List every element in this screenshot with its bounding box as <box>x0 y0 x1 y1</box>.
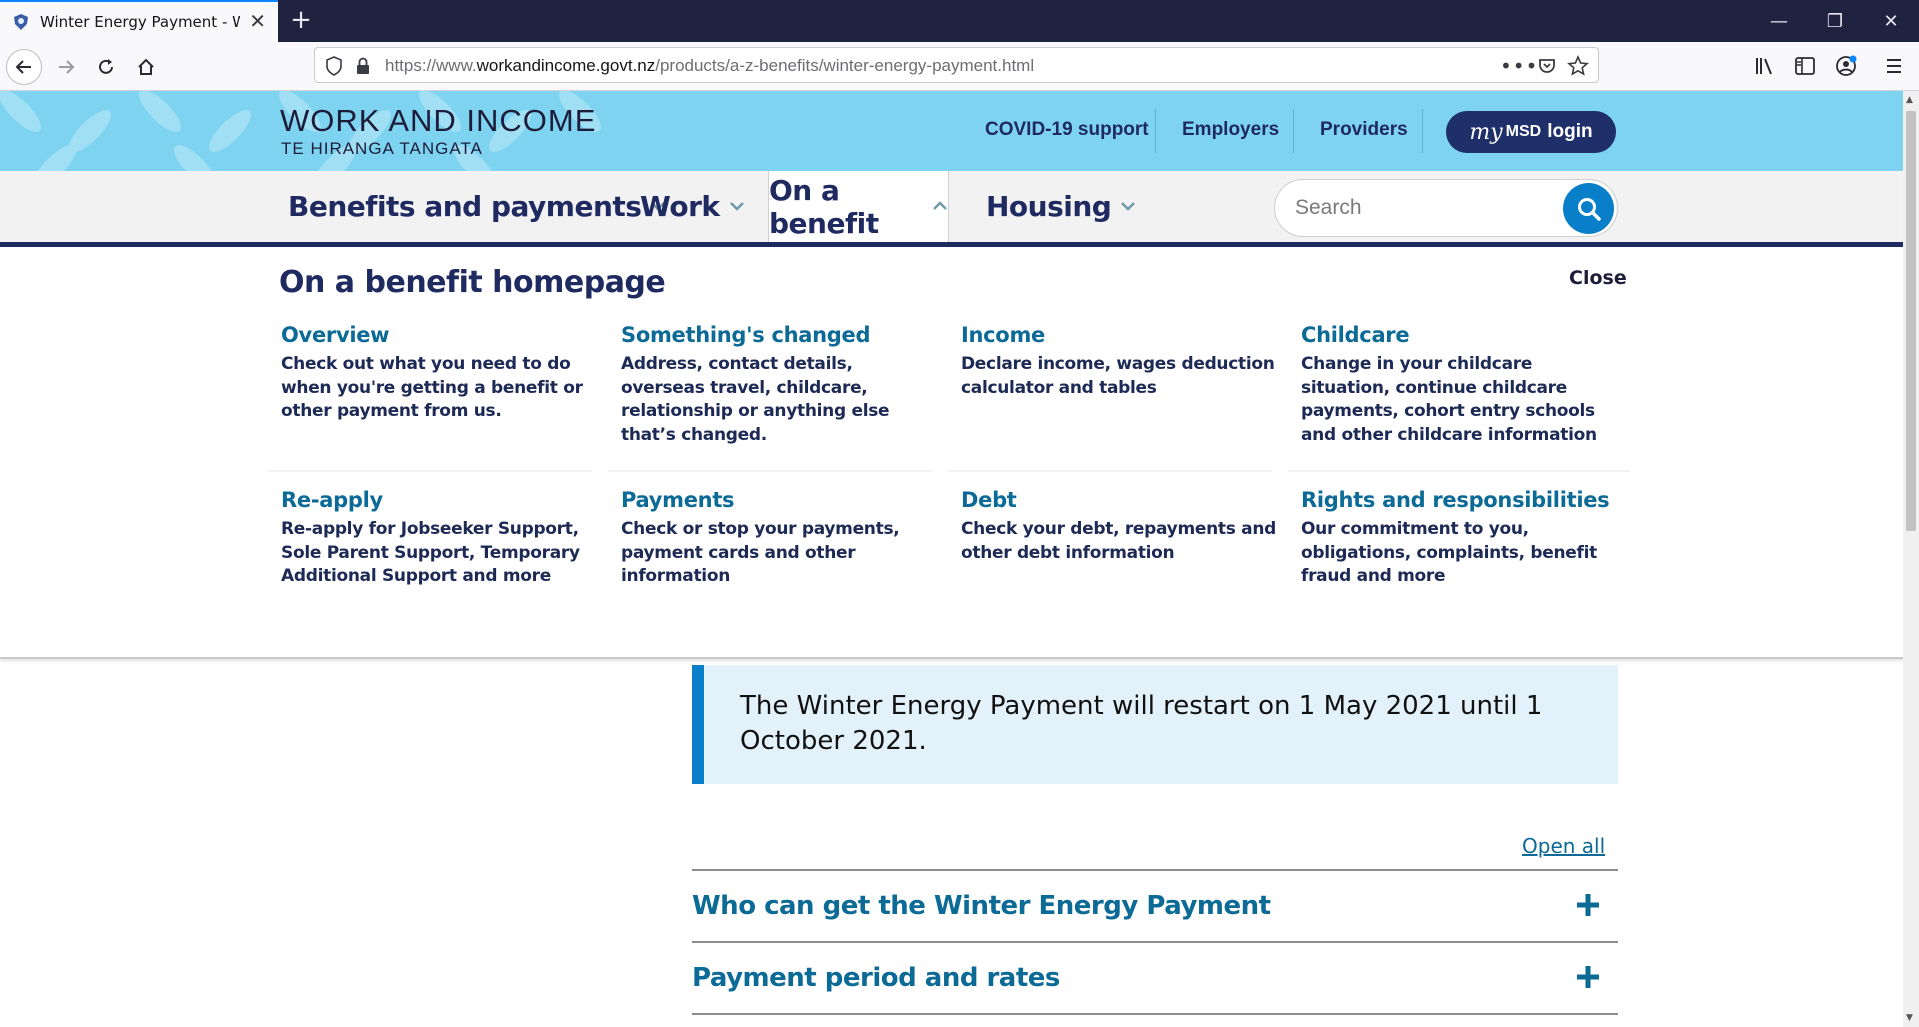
plus-icon <box>1577 894 1599 916</box>
tab-close-icon[interactable]: ✕ <box>249 11 266 31</box>
browser-tab-bar: Winter Energy Payment - Work ✕ + — ❐ ✕ <box>0 0 1919 42</box>
scroll-up-icon[interactable]: ▲ <box>1906 95 1913 105</box>
window-close-icon[interactable]: ✕ <box>1863 0 1919 42</box>
address-bar[interactable]: https://www.workandincome.govt.nz/produc… <box>314 47 1599 83</box>
search-icon <box>1577 197 1601 221</box>
lock-icon[interactable] <box>355 56 371 80</box>
divider <box>948 470 1272 472</box>
tab-title: Winter Energy Payment - Work <box>40 13 240 31</box>
open-all-link[interactable]: Open all <box>1522 834 1605 858</box>
divider <box>1155 109 1156 153</box>
divider <box>608 470 932 472</box>
menu-card-title[interactable]: Childcare <box>1301 323 1619 347</box>
divider <box>1422 109 1423 153</box>
chevron-down-icon <box>729 196 745 217</box>
browser-toolbar: https://www.workandincome.govt.nz/produc… <box>0 42 1919 91</box>
menu-card-desc: Address, contact details, overseas trave… <box>621 354 890 445</box>
menu-card-childcare[interactable]: Childcare Change in your childcare situa… <box>1301 323 1619 447</box>
minimize-icon[interactable]: — <box>1751 0 1807 42</box>
menu-card-title[interactable]: Rights and responsibilities <box>1301 488 1619 512</box>
providers-link[interactable]: Providers <box>1320 119 1408 141</box>
page-actions-menu-icon[interactable]: ••• <box>1500 54 1538 78</box>
menu-card-title[interactable]: Re-apply <box>281 488 599 512</box>
chevron-down-icon <box>1120 196 1136 217</box>
mymsd-login-button[interactable]: my MSD login <box>1446 111 1616 153</box>
scrollbar-thumb[interactable] <box>1906 111 1916 531</box>
bookmark-star-icon[interactable] <box>1567 54 1589 81</box>
on-a-benefit-dropdown-menu: On a benefit homepage Close Overview Che… <box>0 252 1903 659</box>
notice-banner: The Winter Energy Payment will restart o… <box>692 665 1618 784</box>
nav-benefits-and-payments[interactable]: Benefits and payments <box>288 171 666 242</box>
search-button[interactable] <box>1563 183 1614 234</box>
menu-card-desc: Re-apply for Jobseeker Support, Sole Par… <box>281 519 580 586</box>
chevron-up-icon <box>932 196 948 217</box>
plus-icon <box>1577 966 1599 988</box>
back-arrow-icon[interactable] <box>6 49 42 85</box>
menu-card-income[interactable]: Income Declare income, wages deduction c… <box>961 323 1279 400</box>
site-search <box>1274 179 1618 237</box>
employers-link[interactable]: Employers <box>1182 119 1279 141</box>
nav-work[interactable]: Work <box>640 171 745 242</box>
menu-card-title[interactable]: Something's changed <box>621 323 939 347</box>
account-icon[interactable] <box>1834 54 1858 82</box>
menu-card-title[interactable]: Payments <box>621 488 939 512</box>
divider <box>692 1013 1618 1015</box>
accordion-title: Payment period and rates <box>692 963 1060 993</box>
new-tab-icon[interactable]: + <box>287 7 315 35</box>
divider <box>1293 109 1294 153</box>
url-text[interactable]: https://www.workandincome.govt.nz/produc… <box>385 56 1034 76</box>
restore-icon[interactable]: ❐ <box>1807 0 1863 42</box>
dropdown-title[interactable]: On a benefit homepage <box>279 265 666 300</box>
dropdown-close-button[interactable]: Close <box>1569 267 1627 289</box>
accordion-payment-period-and-rates[interactable]: Payment period and rates <box>692 943 1618 1013</box>
site-favicon-icon <box>12 13 30 31</box>
menu-card-title[interactable]: Income <box>961 323 1279 347</box>
accordion-who-can-get[interactable]: Who can get the Winter Energy Payment <box>692 871 1618 941</box>
menu-card-desc: Declare income, wages deduction calculat… <box>961 354 1275 398</box>
scroll-down-icon[interactable]: ▼ <box>1906 1013 1913 1023</box>
site-header: WORK AND INCOME TE HIRANGA TANGATA COVID… <box>0 91 1903 171</box>
sidebar-icon[interactable] <box>1794 56 1816 80</box>
hamburger-menu-icon[interactable] <box>1884 56 1904 80</box>
divider <box>268 470 592 472</box>
menu-card-title[interactable]: Debt <box>961 488 1279 512</box>
accordion-title: Who can get the Winter Energy Payment <box>692 891 1271 921</box>
covid-support-link[interactable]: COVID-19 support <box>985 119 1149 141</box>
main-navigation: Benefits and payments Work On a benefit … <box>0 171 1903 247</box>
site-logo-subtitle[interactable]: TE HIRANGA TANGATA <box>281 139 483 159</box>
menu-card-debt[interactable]: Debt Check your debt, repayments and oth… <box>961 488 1279 565</box>
shield-icon[interactable] <box>325 56 343 80</box>
library-icon[interactable] <box>1754 56 1776 80</box>
menu-card-payments[interactable]: Payments Check or stop your payments, pa… <box>621 488 939 589</box>
pocket-icon[interactable] <box>1537 56 1557 80</box>
menu-card-overview[interactable]: Overview Check out what you need to do w… <box>281 323 599 424</box>
menu-card-desc: Check your debt, repayments and other de… <box>961 519 1277 563</box>
nav-housing[interactable]: Housing <box>986 171 1136 242</box>
menu-card-rights-and-responsibilities[interactable]: Rights and responsibilities Our commitme… <box>1301 488 1619 589</box>
home-icon[interactable] <box>128 49 164 85</box>
menu-card-somethings-changed[interactable]: Something's changed Address, contact det… <box>621 323 939 447</box>
reload-icon[interactable] <box>88 49 124 85</box>
search-input[interactable] <box>1293 192 1553 224</box>
forward-arrow-icon[interactable] <box>48 49 84 85</box>
menu-card-desc: Change in your childcare situation, cont… <box>1301 354 1597 445</box>
menu-card-desc: Check out what you need to do when you'r… <box>281 354 583 421</box>
menu-card-desc: Our commitment to you, obligations, comp… <box>1301 519 1597 586</box>
menu-card-desc: Check or stop your payments, payment car… <box>621 519 900 586</box>
browser-tab[interactable]: Winter Energy Payment - Work ✕ <box>0 0 278 42</box>
site-logo[interactable]: WORK AND INCOME <box>280 103 596 139</box>
menu-card-re-apply[interactable]: Re-apply Re-apply for Jobseeker Support,… <box>281 488 599 589</box>
nav-on-a-benefit[interactable]: On a benefit <box>768 171 949 242</box>
divider <box>1288 470 1630 472</box>
page-scrollbar[interactable]: ▲ ▼ <box>1903 91 1919 1027</box>
menu-card-title[interactable]: Overview <box>281 323 599 347</box>
